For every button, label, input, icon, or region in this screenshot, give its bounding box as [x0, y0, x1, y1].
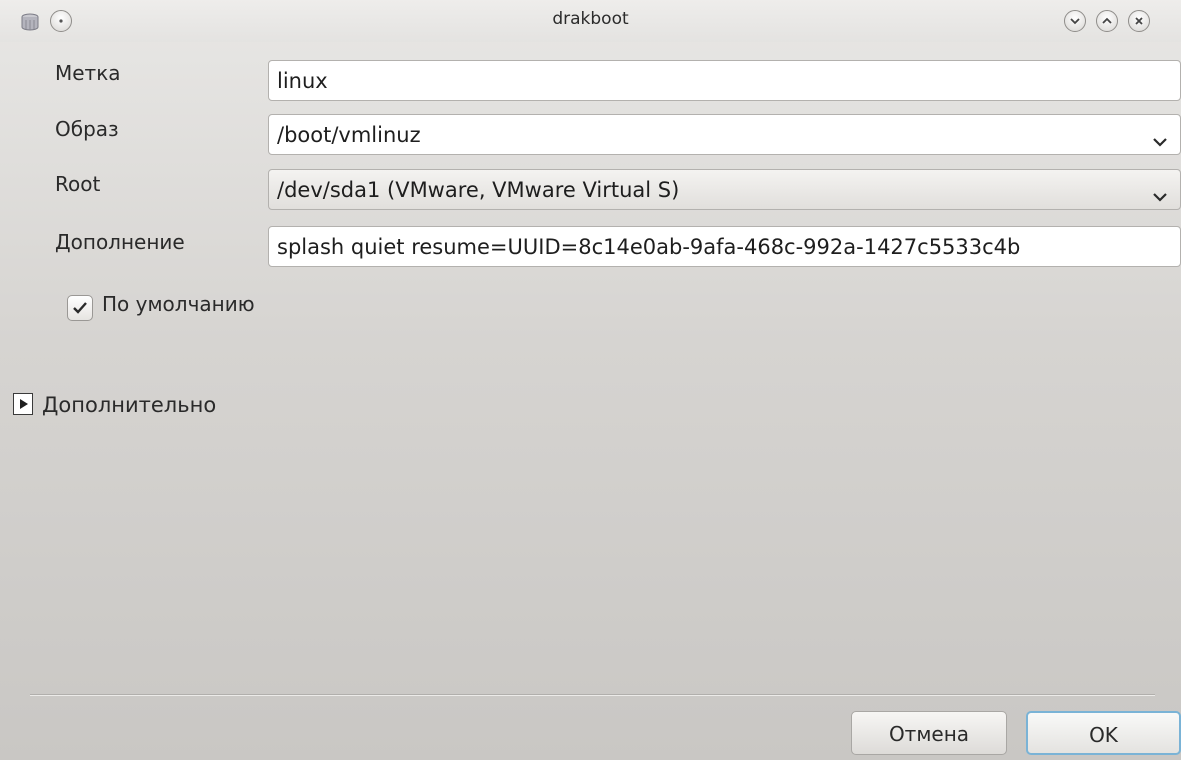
drakboot-window: drakboot Метка linux Образ /boot/vmlinuz… — [0, 0, 1181, 760]
append-input[interactable]: splash quiet resume=UUID=8c14e0ab-9afa-4… — [268, 226, 1181, 267]
close-icon[interactable] — [1128, 10, 1150, 32]
advanced-expander-label[interactable]: Дополнительно — [42, 393, 216, 417]
title-bar[interactable]: drakboot — [0, 0, 1181, 42]
default-checkbox-label[interactable]: По умолчанию — [102, 292, 255, 316]
cancel-button[interactable]: Отмена — [851, 711, 1007, 755]
maximize-icon[interactable] — [1096, 10, 1118, 32]
default-checkbox[interactable] — [67, 295, 93, 321]
footer-separator — [30, 694, 1155, 696]
minimize-icon[interactable] — [1064, 10, 1086, 32]
image-combo[interactable]: /boot/vmlinuz — [268, 114, 1181, 155]
ok-button[interactable]: OK — [1026, 711, 1181, 755]
root-field-label: Root — [55, 172, 101, 196]
image-field-label: Образ — [55, 117, 119, 141]
chevron-down-icon — [1152, 129, 1168, 153]
root-combo-value: /dev/sda1 (VMware, VMware Virtual S) — [277, 178, 680, 202]
image-combo-value: /boot/vmlinuz — [277, 123, 421, 147]
label-field-label: Метка — [55, 61, 121, 85]
append-field-label: Дополнение — [55, 230, 185, 254]
root-combo[interactable]: /dev/sda1 (VMware, VMware Virtual S) — [268, 169, 1181, 210]
label-input[interactable]: linux — [268, 60, 1181, 101]
chevron-down-icon — [1152, 184, 1168, 208]
window-title: drakboot — [552, 9, 629, 29]
expander-arrow-icon[interactable] — [13, 393, 33, 415]
